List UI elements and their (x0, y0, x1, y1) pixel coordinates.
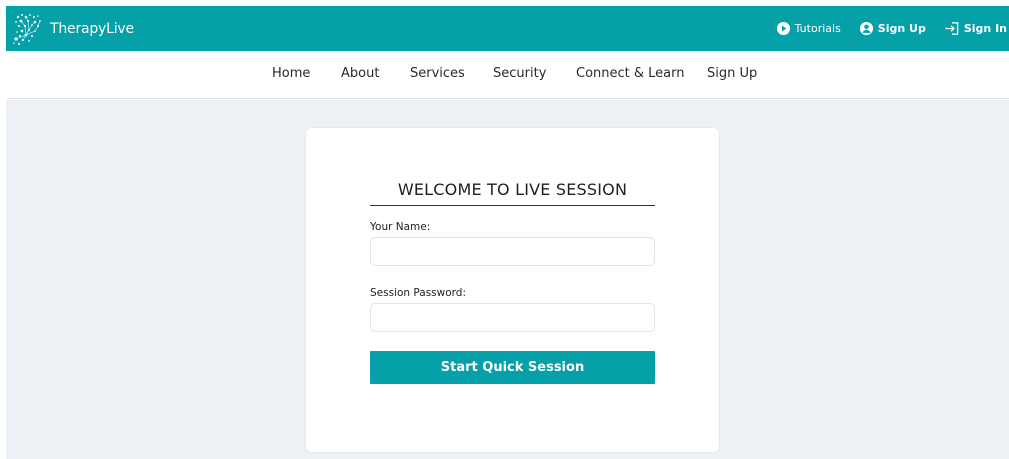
nav-security[interactable]: Security (493, 66, 546, 81)
main-content: WELCOME TO LIVE SESSION Your Name: Sessi… (6, 100, 1009, 459)
nav-about[interactable]: About (341, 66, 379, 81)
card-title: WELCOME TO LIVE SESSION (370, 180, 655, 206)
brand-name: TherapyLive (50, 20, 134, 37)
play-circle-icon (776, 21, 790, 36)
nav-home[interactable]: Home (272, 66, 310, 81)
user-circle-icon (859, 21, 873, 36)
tutorials-link[interactable]: Tutorials (776, 21, 841, 36)
brand-home-link[interactable]: TherapyLive (10, 11, 134, 47)
live-session-card: WELCOME TO LIVE SESSION Your Name: Sessi… (306, 128, 719, 452)
nav-services[interactable]: Services (410, 66, 465, 81)
tutorials-label: Tutorials (794, 22, 841, 35)
session-password-input[interactable] (370, 303, 655, 332)
sign-in-top-label: Sign In (963, 22, 1007, 35)
page: TherapyLive Tutorials Sign Up Sign In Ho… (0, 0, 1009, 459)
therapylive-logo-icon (13, 13, 41, 45)
sign-up-top-link[interactable]: Sign Up (859, 21, 926, 36)
nav-sign-up[interactable]: Sign Up (707, 66, 757, 81)
sign-up-top-label: Sign Up (877, 22, 926, 35)
start-quick-session-button[interactable]: Start Quick Session (370, 351, 655, 384)
name-input[interactable] (370, 237, 655, 266)
name-label: Your Name: (370, 221, 431, 233)
sign-in-arrow-icon (945, 22, 959, 35)
sign-in-top-link[interactable]: Sign In (944, 21, 1007, 36)
password-label: Session Password: (370, 287, 466, 299)
nav-connect-learn[interactable]: Connect & Learn (576, 66, 685, 81)
main-nav: Home About Services Security Connect & L… (6, 51, 1009, 99)
top-actions: Tutorials Sign Up Sign In (776, 6, 1009, 51)
top-bar: TherapyLive Tutorials Sign Up Sign In (6, 6, 1009, 51)
